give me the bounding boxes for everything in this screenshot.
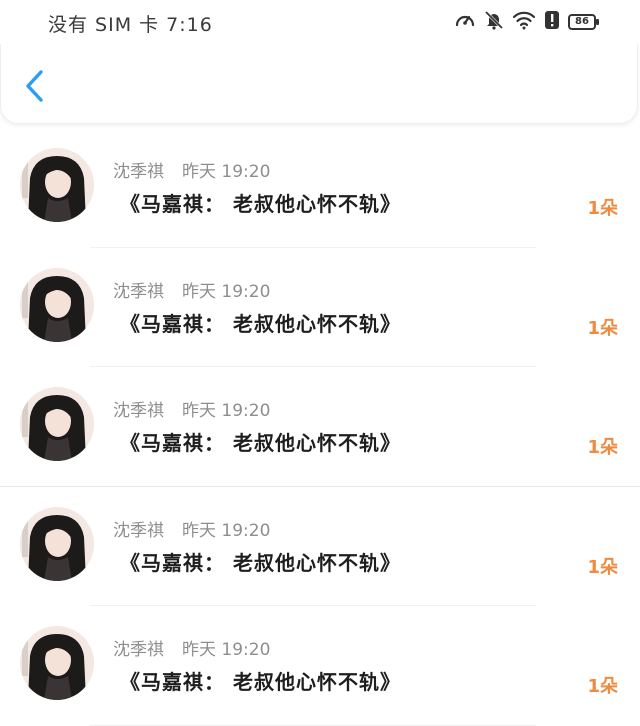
author-name: 沈季祺 [113,401,164,422]
item-meta: 沈季祺 昨天 19:20 [113,635,270,660]
timestamp: 昨天 19:20 [182,640,271,661]
book-title[interactable]: 《马嘉祺： 老叔他心怀不轨》 [120,666,401,695]
speedometer-icon [454,10,476,34]
list-item[interactable]: 沈季祺 昨天 19:20 《马嘉祺： 老叔他心怀不轨》 1朵 [0,367,640,487]
avatar[interactable] [20,626,94,701]
status-bar: 没有 SIM 卡 7:16 86 [0,0,640,44]
author-name: 沈季祺 [113,281,164,302]
author-name: 沈季祺 [113,162,164,182]
gift-record-list: 沈季祺 昨天 19:20 《马嘉祺： 老叔他心怀不轨》 1朵 沈季祺 昨天 19:20 《… [0,128,640,726]
book-title[interactable]: 《马嘉祺： 老叔他心怀不轨》 [120,188,401,217]
gift-count: 1朵 [587,676,618,698]
gift-count: 1朵 [587,437,618,459]
timestamp: 昨天 19:20 [182,520,271,541]
list-item[interactable]: 沈季祺 昨天 19:20 《马嘉祺： 老叔他心怀不轨》 1朵 [0,606,640,726]
list-item[interactable]: 沈季祺 昨天 19:20 《马嘉祺： 老叔他心怀不轨》 1朵 [0,248,640,368]
avatar[interactable] [20,506,94,581]
alert-icon [544,10,560,34]
book-title[interactable]: 《马嘉祺： 老叔他心怀不轨》 [120,427,401,456]
bell-off-icon [484,10,504,34]
chevron-left-icon [24,69,46,107]
carrier-time: 没有 SIM 卡 7:16 [48,14,213,36]
item-meta: 沈季祺 昨天 19:20 [113,157,270,182]
timestamp: 昨天 19:20 [182,162,271,182]
book-title[interactable]: 《马嘉祺： 老叔他心怀不轨》 [120,308,401,337]
avatar[interactable] [20,148,94,222]
timestamp: 昨天 19:20 [182,401,271,422]
battery-icon: 86 [568,14,599,30]
list-item[interactable]: 沈季祺 昨天 19:20 《马嘉祺： 老叔他心怀不轨》 1朵 [0,487,640,607]
back-button[interactable] [19,70,51,106]
list-item[interactable]: 沈季祺 昨天 19:20 《马嘉祺： 老叔他心怀不轨》 1朵 [0,128,640,248]
author-name: 沈季祺 [113,640,164,661]
timestamp: 昨天 19:20 [182,281,271,302]
item-meta: 沈季祺 昨天 19:20 [113,396,270,421]
avatar[interactable] [20,267,94,342]
gift-count: 1朵 [587,317,618,339]
avatar[interactable] [20,387,94,462]
gift-count: 1朵 [587,198,618,219]
battery-level: 86 [575,16,589,27]
item-meta: 沈季祺 昨天 19:20 [113,516,270,541]
author-name: 沈季祺 [113,520,164,541]
status-icons: 86 [454,10,599,34]
nav-bar [0,44,638,124]
gift-count: 1朵 [587,556,618,578]
item-meta: 沈季祺 昨天 19:20 [113,277,270,302]
book-title[interactable]: 《马嘉祺： 老叔他心怀不轨》 [120,547,401,576]
wifi-icon [512,10,536,34]
